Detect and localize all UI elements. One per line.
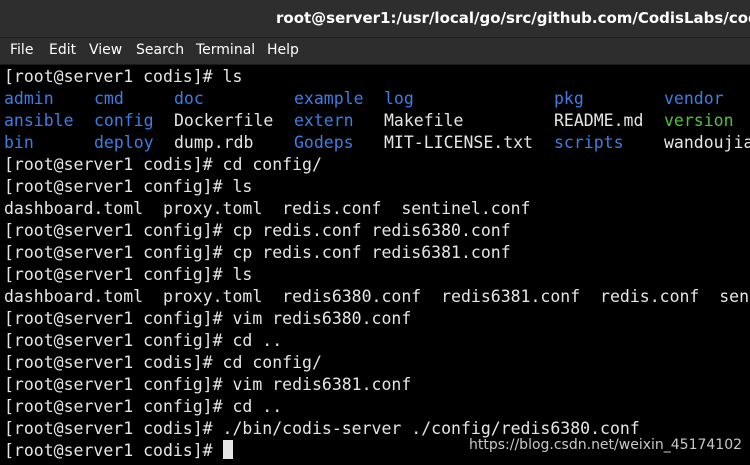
ls-entry: cmd [94,89,124,108]
terminal-line: [root@server1 config]# cd .. [4,331,283,350]
menu-search[interactable]: Search [136,42,184,58]
terminal-line: [root@server1 config]# vim redis6381.con… [4,375,412,394]
terminal-line: [root@server1 config]# cd .. [4,397,283,416]
ls-entry: version [664,111,734,130]
terminal-cursor [222,440,233,459]
window-title: root@server1:/usr/local/go/src/github.co… [276,9,750,27]
ls-entry: vendor [664,89,724,108]
watermark: https://blog.csdn.net/weixin_45174102 [469,437,743,453]
menu-help[interactable]: Help [267,42,299,58]
terminal-prompt: [root@server1 codis]# [4,441,223,460]
ls-entry: deploy [94,133,154,152]
menu-edit[interactable]: Edit [49,42,76,58]
terminal-line: [root@server1 config]# vim redis6380.con… [4,309,412,328]
ls-entry: config [94,111,154,130]
ls-entry: doc [174,89,204,108]
ls-entry: scripts [554,133,624,152]
ls-entry: Godeps [294,133,354,152]
ls-entry: Dockerfile [174,111,274,130]
window-titlebar[interactable]: root@server1:/usr/local/go/src/github.co… [0,0,750,38]
terminal-line: dashboard.toml proxy.toml redis.conf sen… [4,199,531,218]
ls-entry: README.md [554,111,644,130]
ls-entry: dump.rdb [174,133,254,152]
terminal-output[interactable]: [root@server1 codis]# ls admin ansible bin… [0,65,750,465]
menu-terminal[interactable]: Terminal [196,42,255,58]
terminal-line: [root@server1 config]# cp redis.conf red… [4,221,511,240]
ls-entry: pkg [554,89,584,108]
ls-entry: bin [4,133,34,152]
terminal-line: [root@server1 config]# cp redis.conf red… [4,243,511,262]
terminal-line: [root@server1 codis]# cd config/ [4,353,322,372]
ls-entry: ansible [4,111,74,130]
terminal-line: [root@server1 codis]# ls [4,67,243,86]
menu-file[interactable]: File [10,42,33,58]
ls-entry: Makefile [384,111,464,130]
ls-entry: admin [4,89,54,108]
ls-entry: example [294,89,364,108]
terminal-line: [root@server1 config]# ls [4,177,253,196]
ls-entry: extern [294,111,354,130]
ls-entry: log [384,89,414,108]
terminal-prompt-line[interactable]: [root@server1 codis]# [4,440,233,462]
ls-entry: MIT-LICENSE.txt [384,133,534,152]
terminal-line: [root@server1 config]# ls [4,265,253,284]
menu-bar: File Edit View Search Terminal Help [0,38,750,65]
terminal-line: [root@server1 codis]# cd config/ [4,155,322,174]
menu-view[interactable]: View [89,42,122,58]
ls-entry: wandoujia [664,133,750,152]
terminal-line: dashboard.toml proxy.toml redis6380.conf… [4,287,750,306]
